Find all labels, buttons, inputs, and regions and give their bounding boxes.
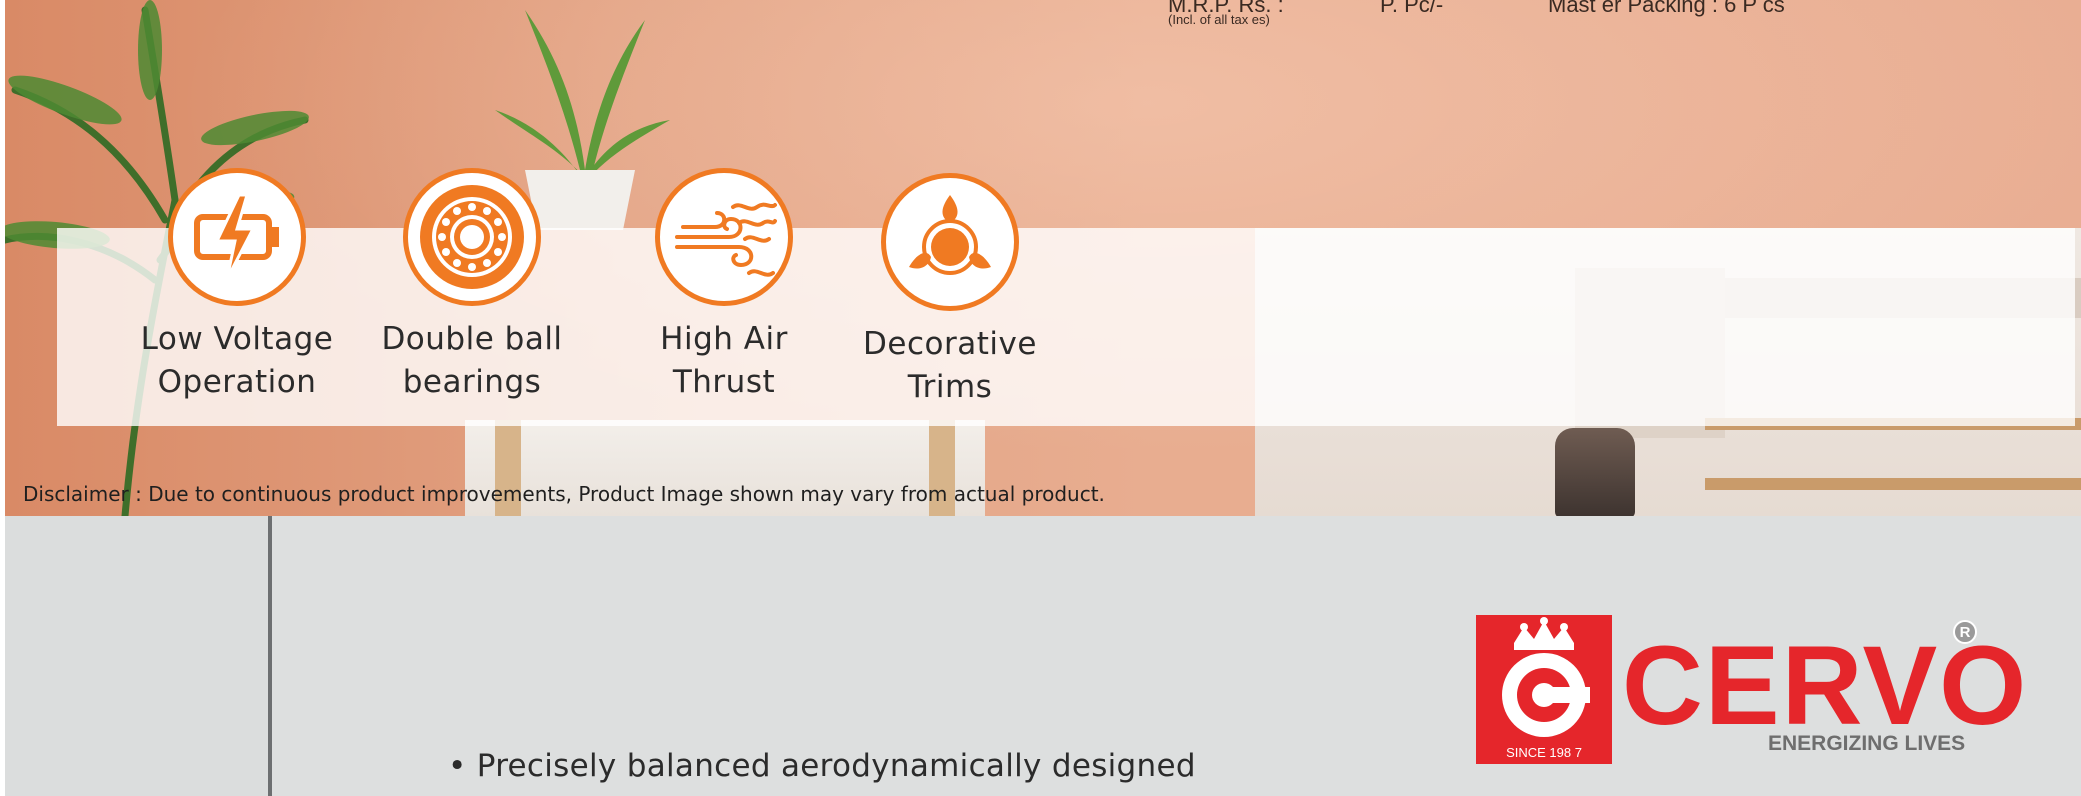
feature-subtitle: Thrust: [672, 364, 776, 400]
feature-high-air-thrust: High Air Thrust: [614, 168, 834, 404]
master-packing: Mast er Packing : 6 P cs: [1548, 0, 1785, 17]
mrp-tax-note: (Incl. of all tax es): [1168, 12, 1270, 27]
registered-mark-icon: R: [1953, 620, 1977, 644]
product-flyer: M.R.P. Rs. : (Incl. of all tax es) P. Pc…: [0, 0, 2081, 796]
feature-title: Decorative: [863, 326, 1037, 362]
crown-c-icon: [1502, 617, 1590, 737]
feature-low-voltage: Low Voltage Operation: [127, 168, 347, 404]
feature-subtitle: bearings: [402, 364, 542, 400]
feature-decorative-trims: Decorative Trims: [840, 173, 1060, 409]
feature-double-ball-bearings: Double ball bearings: [362, 168, 582, 404]
brand-name: CERVO: [1622, 623, 2029, 748]
disclaimer-text: Disclaimer : Due to continuous product i…: [23, 482, 1105, 506]
feature-title: Double ball: [381, 321, 563, 357]
ball-bearing-icon: [403, 168, 541, 306]
door-panel: [5, 516, 269, 796]
feature-title: High Air: [660, 321, 788, 357]
brand-logo-mark: [1476, 615, 1612, 764]
brand-tagline: ENERGIZING LIVES: [1768, 732, 1966, 755]
feature-subtitle: Trims: [907, 369, 993, 405]
price-unit: P. Pc/-: [1380, 0, 1444, 17]
air-wind-icon: [655, 168, 793, 306]
battery-bolt-icon: [168, 168, 306, 306]
feature-strip: [57, 228, 2075, 426]
door-edge: [268, 516, 272, 796]
decorative-trim-icon: [881, 173, 1019, 311]
feature-title: Low Voltage: [140, 321, 334, 357]
vase-image: [1555, 428, 1635, 516]
feature-subtitle: Operation: [157, 364, 317, 400]
feature-bullet: • Precisely balanced aerodynamically des…: [448, 748, 1196, 784]
brand-since: SINCE 198 7: [1506, 745, 1582, 760]
